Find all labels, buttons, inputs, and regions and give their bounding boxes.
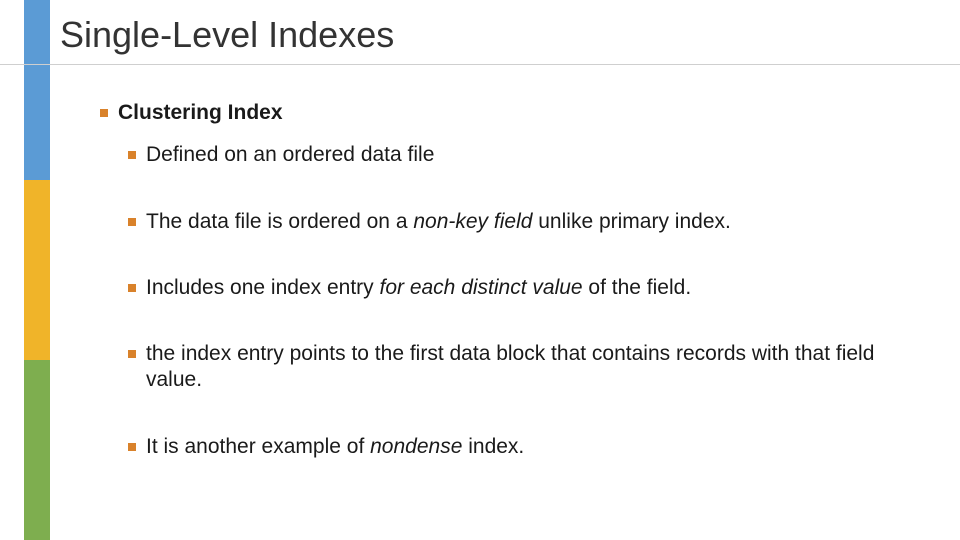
list-text: It is another example of nondense index. (146, 434, 920, 460)
list-item: the index entry points to the first data… (128, 341, 920, 394)
text-fragment: index. (462, 435, 524, 458)
accent-sidebar (0, 0, 50, 540)
bullet-icon (128, 284, 136, 292)
accent-bar-blue (24, 0, 50, 180)
title-divider (0, 64, 960, 65)
content-body: Clustering Index Defined on an ordered d… (100, 100, 920, 460)
section-heading: Clustering Index (118, 100, 920, 126)
list-item: Includes one index entry for each distin… (128, 275, 920, 301)
list-text: Includes one index entry for each distin… (146, 275, 920, 301)
emphasis-text: for each distinct value (379, 276, 582, 299)
bullet-icon (128, 218, 136, 226)
bullet-icon (100, 109, 108, 117)
emphasis-text: nondense (370, 435, 462, 458)
bullet-icon (128, 151, 136, 159)
bullet-icon (128, 443, 136, 451)
list-item: Defined on an ordered data file (128, 142, 920, 168)
list-item: It is another example of nondense index. (128, 434, 920, 460)
emphasis-text: non-key field (413, 210, 532, 233)
text-fragment: of the field. (583, 276, 692, 299)
text-fragment: The data file is ordered on a (146, 210, 413, 233)
accent-bar-green (24, 360, 50, 540)
accent-bar-yellow (24, 180, 50, 360)
text-fragment: unlike primary index. (532, 210, 730, 233)
text-fragment: It is another example of (146, 435, 370, 458)
list-text: the index entry points to the first data… (146, 341, 920, 394)
list-item: Clustering Index (100, 100, 920, 126)
list-item: The data file is ordered on a non-key fi… (128, 209, 920, 235)
page-title: Single-Level Indexes (60, 14, 394, 56)
bullet-icon (128, 350, 136, 358)
list-text: The data file is ordered on a non-key fi… (146, 209, 920, 235)
list-text: Defined on an ordered data file (146, 142, 920, 168)
text-fragment: Includes one index entry (146, 276, 379, 299)
